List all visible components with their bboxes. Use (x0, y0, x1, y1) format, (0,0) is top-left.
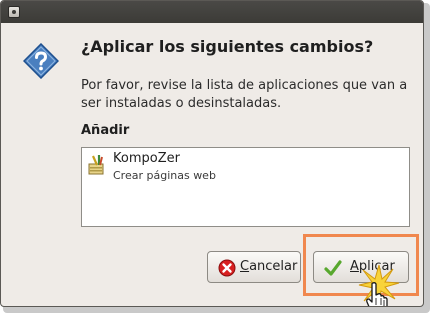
list-item[interactable]: KompoZer Crear páginas web (83, 149, 408, 183)
cancel-button[interactable]: Cancelar (207, 251, 301, 283)
section-label-add: Añadir (81, 123, 130, 138)
app-name: KompoZer (113, 151, 180, 166)
question-icon (23, 43, 59, 79)
cancel-icon (218, 259, 236, 277)
changes-list[interactable]: KompoZer Crear páginas web (81, 147, 410, 227)
dialog-title: ¿Aplicar los siguientes cambios? (81, 37, 374, 56)
app-description: Crear páginas web (113, 169, 216, 182)
dialog-description: Por favor, revise la lista de aplicacion… (81, 78, 408, 111)
dialog-window: ¿Aplicar los siguientes cambios? Por fav… (0, 0, 424, 307)
checkmark-icon (324, 260, 342, 276)
title-bar[interactable] (1, 1, 423, 23)
web-editor-icon (88, 155, 104, 175)
window-menu-icon[interactable] (8, 6, 20, 18)
hand-pointer-icon (366, 282, 388, 306)
cancel-button-label: Cancelar (240, 259, 298, 274)
